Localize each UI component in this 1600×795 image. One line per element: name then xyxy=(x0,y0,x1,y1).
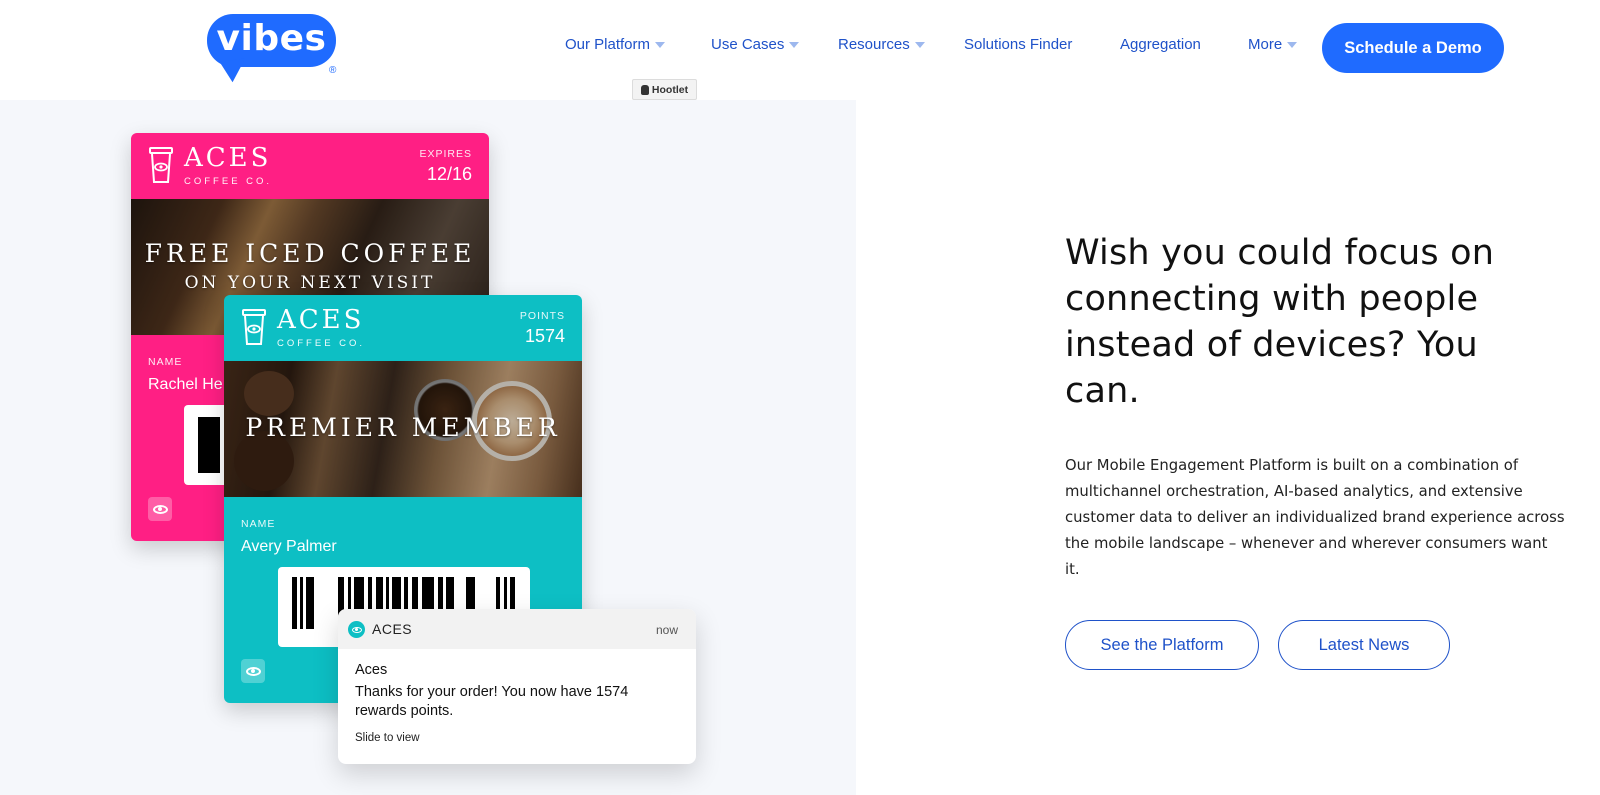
eye-icon[interactable] xyxy=(148,497,172,521)
coffee-beans-image: PREMIER MEMBER xyxy=(224,361,582,497)
expires-label: EXPIRES xyxy=(419,148,472,160)
hero-description: Our Mobile Engagement Platform is built … xyxy=(1065,457,1565,578)
points-value: 1574 xyxy=(524,326,565,346)
nav-use-cases-label: Use Cases xyxy=(711,36,785,53)
hootlet-extension-button[interactable]: Hootlet xyxy=(632,79,697,100)
nav-resources-label: Resources xyxy=(838,36,910,53)
vibes-logo[interactable]: vibes ® xyxy=(207,14,342,84)
nav-our-platform-label: Our Platform xyxy=(565,36,651,53)
card-brand-sub: COFFEE CO. xyxy=(184,176,273,187)
coffee-cup-icon xyxy=(149,147,173,183)
nav-solutions-finder[interactable]: Solutions Finder xyxy=(964,36,1072,53)
card-header: ACES COFFEE CO. POINTS 1574 xyxy=(224,295,582,361)
name-value: Avery Palmer xyxy=(241,538,337,555)
chevron-down-icon xyxy=(655,42,666,48)
hootlet-label: Hootlet xyxy=(651,83,689,96)
nav-our-platform[interactable]: Our Platform xyxy=(565,36,666,53)
name-label: NAME xyxy=(148,356,183,368)
nav-use-cases[interactable]: Use Cases xyxy=(711,36,800,53)
chevron-down-icon xyxy=(789,42,800,48)
notification-action-hint: Slide to view xyxy=(355,732,420,744)
eye-icon[interactable] xyxy=(241,659,265,683)
nav-aggregation-label: Aggregation xyxy=(1120,36,1201,53)
offer-subtitle: ON YOUR NEXT VISIT xyxy=(184,273,436,293)
chevron-down-icon xyxy=(1287,42,1298,48)
card-header: ACES COFFEE CO. EXPIRES 12/16 xyxy=(131,133,489,199)
notification-time: now xyxy=(655,623,678,637)
points-label: POINTS xyxy=(519,310,565,322)
card-brand: ACES xyxy=(277,305,365,335)
card-brand-sub: COFFEE CO. xyxy=(277,338,366,349)
see-the-platform-button[interactable]: See the Platform xyxy=(1065,620,1259,670)
notification-app-name: ACES xyxy=(372,621,413,637)
nav-solutions-finder-label: Solutions Finder xyxy=(964,36,1073,53)
name-label: NAME xyxy=(241,518,276,530)
notification-header: ACES now xyxy=(338,609,696,649)
nav-more[interactable]: More xyxy=(1248,36,1298,53)
chevron-down-icon xyxy=(914,42,925,48)
coffee-cup-icon xyxy=(242,309,266,345)
app-eye-icon xyxy=(348,621,365,638)
notification-title: Aces xyxy=(355,662,388,678)
push-notification[interactable]: ACES now Aces Thanks for your order! You… xyxy=(338,609,696,764)
hootlet-owl-icon xyxy=(640,84,649,95)
offer-title: FREE ICED COFFEE xyxy=(144,239,476,268)
logo-text: vibes xyxy=(216,18,327,59)
latest-news-button[interactable]: Latest News xyxy=(1278,620,1450,670)
registered-mark: ® xyxy=(329,65,337,76)
hero-headline: Wish you could focus on connecting with … xyxy=(1065,233,1495,411)
member-tier-title: PREMIER MEMBER xyxy=(245,413,561,442)
notification-body: Thanks for your order! You now have 1574… xyxy=(355,684,629,719)
nav-more-label: More xyxy=(1248,36,1283,53)
site-header: vibes ® Our Platform Use Cases Resources… xyxy=(0,0,1600,100)
logo-bubble-tail xyxy=(219,58,249,84)
nav-resources[interactable]: Resources xyxy=(838,36,925,53)
card-brand: ACES xyxy=(184,143,272,173)
expires-value: 12/16 xyxy=(426,164,472,184)
nav-aggregation[interactable]: Aggregation xyxy=(1120,36,1201,53)
name-value: Rachel He xyxy=(148,376,223,393)
schedule-demo-button[interactable]: Schedule a Demo xyxy=(1322,23,1504,73)
